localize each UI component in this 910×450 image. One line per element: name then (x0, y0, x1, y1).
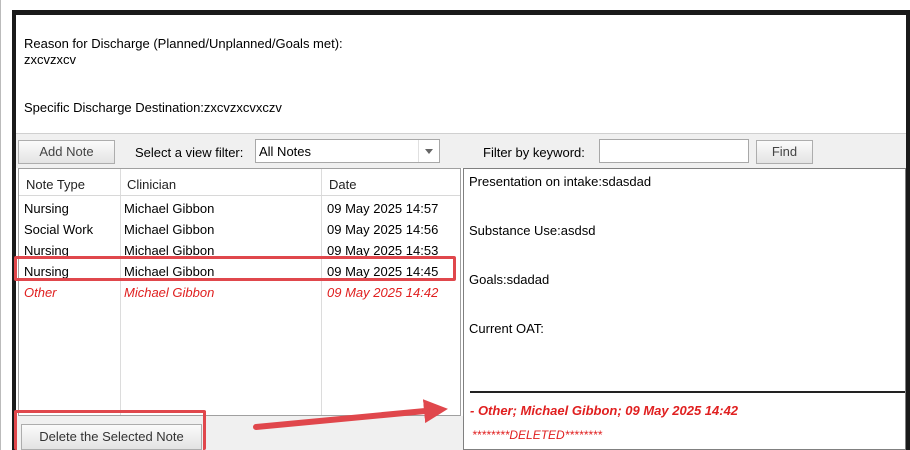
annotation-arrow-icon (253, 399, 448, 430)
arrow-line (253, 399, 448, 430)
